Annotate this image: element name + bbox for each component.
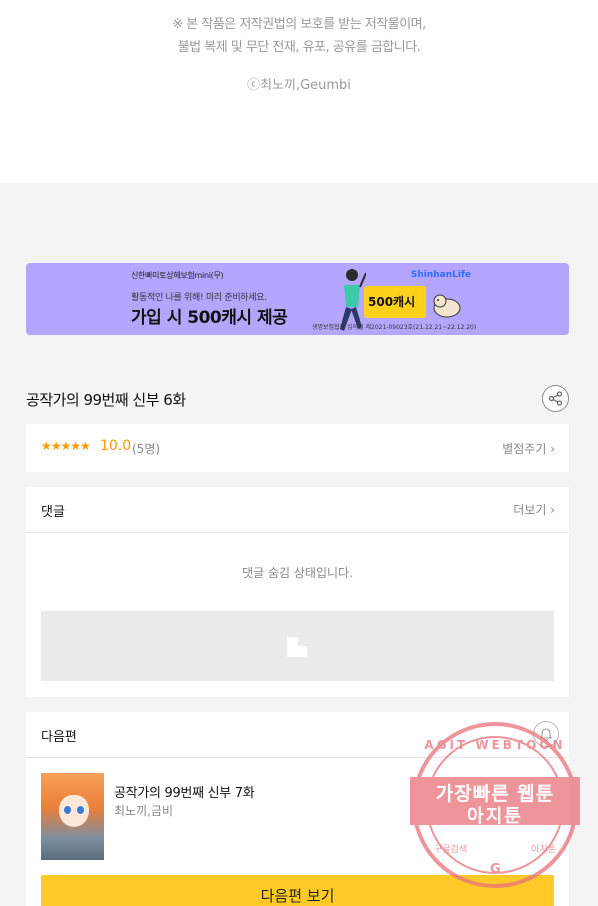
- next-episode-thumbnail[interactable]: [41, 773, 104, 860]
- notice-line-1: ※ 본 작품은 저작권법의 보호를 받는 저작물이며,: [172, 17, 426, 32]
- rate-button[interactable]: 별점주기 ›: [502, 440, 555, 457]
- share-button[interactable]: [542, 385, 569, 412]
- ad-banner[interactable]: 신한빠미토상해보험mini(무) 활동적인 나를 위해! 미리 준비하세요. 가…: [26, 263, 569, 335]
- watermark-bottom-right: 아지툰: [531, 845, 556, 855]
- watermark-stamp: AGIT WEBTOON 가장빠른 웹툰 아지툰 구글검색 아지툰 G: [410, 722, 580, 888]
- watermark-arc-text: AGIT WEBTOON: [424, 738, 566, 752]
- comments-header: 댓글 더보기 ›: [26, 487, 569, 533]
- comments-more-link[interactable]: 더보기 ›: [513, 501, 555, 518]
- copyright-text: ⓒ최노끼,Geumbi: [247, 78, 351, 93]
- next-episode-authors: 최노끼,금비: [114, 804, 174, 818]
- thumbnail-eye-right: [77, 806, 84, 814]
- episode-title: 공작가의 99번째 신부 6화: [26, 391, 186, 409]
- ad-cash-badge: 500캐시: [364, 286, 426, 318]
- ad-headline: 가입 시 500캐시 제공: [131, 308, 288, 328]
- comments-hidden-message: 댓글 숨김 상태입니다.: [242, 566, 353, 580]
- watermark-g-logo: G: [490, 862, 501, 877]
- rating-score: 10.0: [100, 438, 132, 454]
- ad-product: 신한빠미토상해보험mini(무): [131, 271, 224, 280]
- ad-fine-print: 생명보험협회 심의필 제2021-09023호(21.12.21~22.12.2…: [312, 324, 477, 331]
- rating-count: (5명): [132, 442, 161, 456]
- notice-line-2: 불법 복제 및 무단 전재, 유포, 공유를 금합니다.: [177, 40, 421, 55]
- rating-card: ★★★★★ 10.0 (5명) 별점주기 ›: [26, 424, 569, 472]
- ad-brand-logo: ShinhanLife: [410, 270, 471, 280]
- comments-card: 댓글 더보기 › 댓글 숨김 상태입니다.: [26, 487, 569, 697]
- ad-placeholder-box: [41, 611, 554, 681]
- copyright-notice: ※ 본 작품은 저작권법의 보호를 받는 저작물이며, 불법 복제 및 무단 전…: [0, 0, 598, 183]
- watermark-bottom-left: 구글검색: [434, 845, 468, 855]
- thumbnail-eye-left: [64, 806, 71, 814]
- comments-label: 댓글: [41, 505, 65, 520]
- placeholder-icon: [287, 637, 307, 657]
- rating-stars: ★★★★★: [41, 439, 91, 453]
- ad-subtitle: 활동적인 나를 위해! 미리 준비하세요.: [131, 293, 267, 303]
- next-episode-label: 다음편: [41, 730, 77, 745]
- next-episode-title[interactable]: 공작가의 99번째 신부 7화: [114, 782, 255, 801]
- ad-dog-illustration: [433, 294, 461, 318]
- watermark-line-2: 아지툰: [467, 806, 523, 827]
- share-icon: [548, 391, 563, 406]
